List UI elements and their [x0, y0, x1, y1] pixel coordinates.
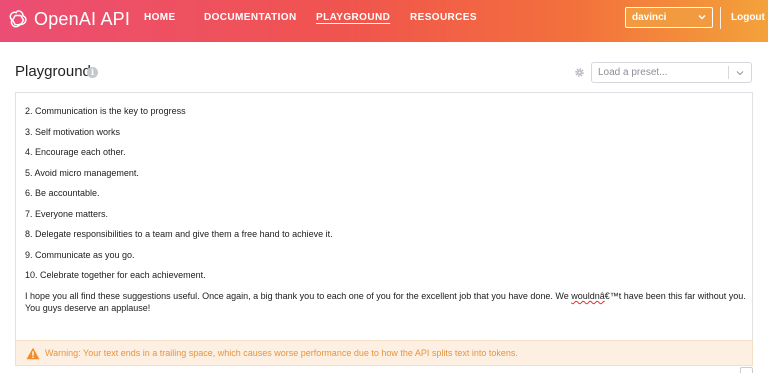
- preset-separator: [728, 66, 729, 79]
- nav-documentation[interactable]: DOCUMENTATION: [204, 12, 297, 23]
- editor-line: 5. Avoid micro management.: [25, 168, 139, 178]
- nav-resources[interactable]: RESOURCES: [410, 12, 477, 23]
- engine-select[interactable]: davinci: [625, 7, 713, 28]
- editor-line: 2. Communication is the key to progress: [25, 106, 186, 116]
- gear-icon[interactable]: [574, 67, 585, 78]
- prompt-text-editor[interactable]: 2. Communication is the key to progress …: [15, 92, 753, 340]
- logout-link[interactable]: Logout: [731, 12, 765, 23]
- editor-line: 9. Communicate as you go.: [25, 250, 135, 260]
- engine-select-value: davinci: [632, 12, 667, 23]
- openai-knot-icon: [9, 10, 27, 28]
- header-divider: [720, 7, 721, 29]
- logo-text: OpenAI API: [34, 8, 131, 29]
- nav-home[interactable]: HOME: [144, 12, 176, 23]
- editor-line: 8. Delegate responsibilities to a team a…: [25, 229, 333, 239]
- editor-line: 10. Celebrate together for each achievem…: [25, 270, 206, 280]
- nav-playground[interactable]: PLAYGROUND: [316, 12, 390, 23]
- editor-closing-line-2: You guys deserve an applause!: [25, 303, 151, 313]
- closing-text-end: €™t have been this far without you.: [604, 291, 746, 301]
- openai-logo[interactable]: OpenAI API: [7, 8, 130, 30]
- warning-text: Warning: Your text ends in a trailing sp…: [45, 348, 518, 358]
- editor-line: 6. Be accountable.: [25, 188, 100, 198]
- misspelled-word: wouldnâ: [571, 291, 605, 301]
- editor-line: 4. Encourage each other.: [25, 147, 126, 157]
- warning-triangle-icon: [26, 347, 40, 360]
- page-title: Playground: [15, 63, 91, 80]
- info-icon[interactable]: i: [87, 67, 98, 78]
- chevron-down-icon: [736, 71, 744, 76]
- editor-closing-paragraph: I hope you all find these suggestions us…: [25, 290, 746, 302]
- chevron-down-icon: [698, 15, 706, 20]
- top-navigation-bar: OpenAI API HOME DOCUMENTATION PLAYGROUND…: [0, 0, 768, 42]
- editor-line: 7. Everyone matters.: [25, 209, 109, 219]
- load-preset-select[interactable]: Load a preset...: [591, 62, 752, 83]
- editor-line: 3. Self motivation works: [25, 127, 121, 137]
- closing-text-start: I hope you all find these suggestions us…: [25, 291, 572, 301]
- collapsed-panel-tab[interactable]: [740, 367, 753, 373]
- load-preset-placeholder: Load a preset...: [598, 67, 668, 78]
- trailing-space-warning: Warning: Your text ends in a trailing sp…: [15, 340, 753, 366]
